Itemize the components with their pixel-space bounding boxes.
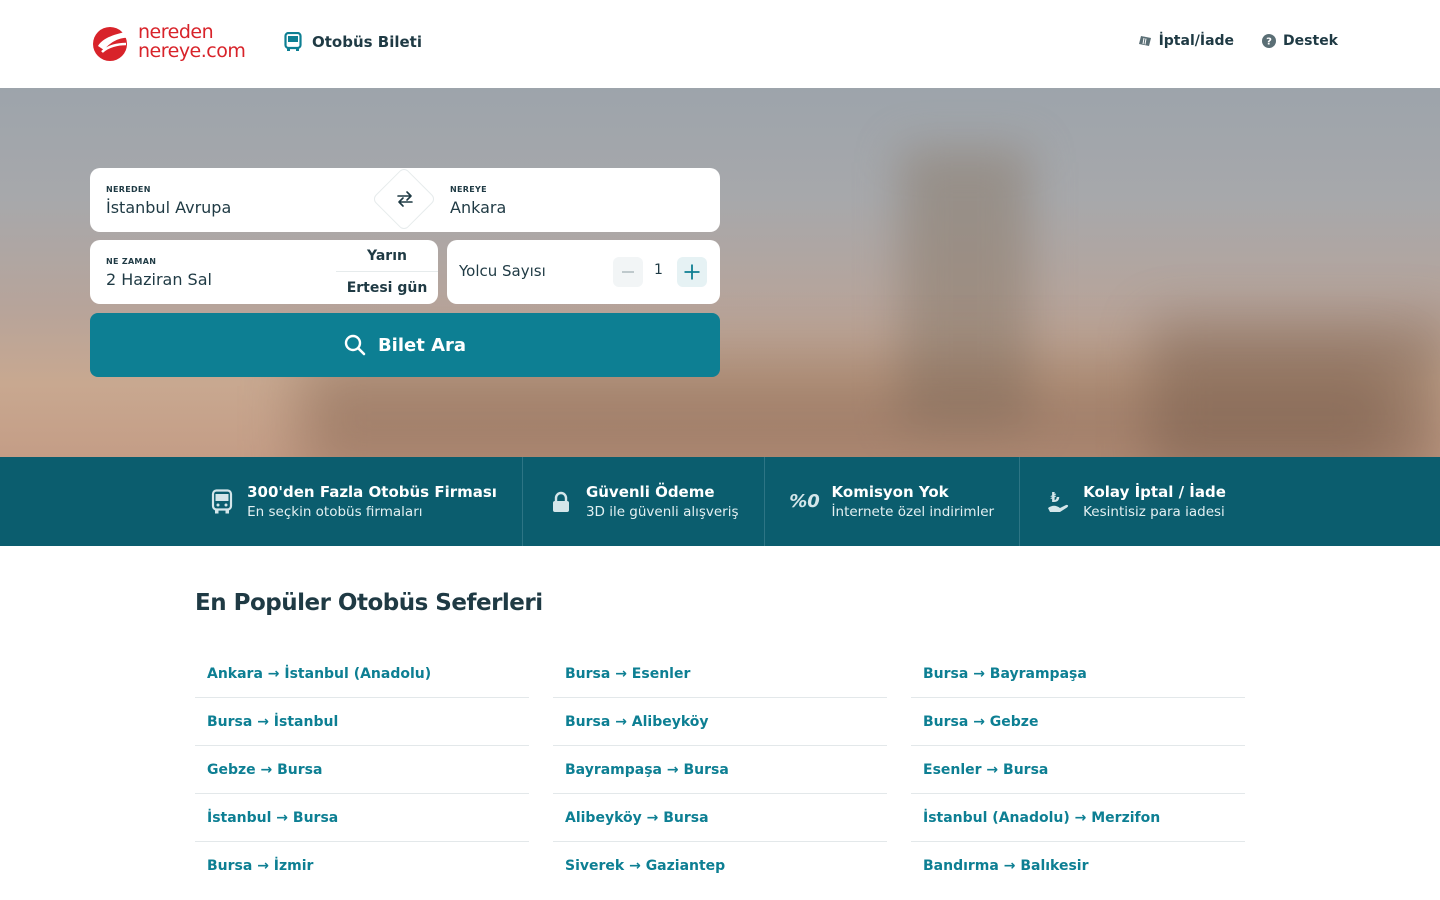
tomorrow-button[interactable]: Yarın bbox=[336, 240, 438, 272]
feature-subtitle: 3D ile güvenli alışveriş bbox=[585, 504, 739, 520]
feature-item: Güvenli Ödeme 3D ile güvenli alışveriş bbox=[523, 457, 765, 546]
route-link[interactable]: Bursa → İstanbul bbox=[195, 698, 529, 746]
to-label: NEREYE bbox=[450, 185, 487, 194]
nav-bus-ticket-label: Otobüs Bileti bbox=[312, 33, 422, 51]
route-link[interactable]: Ankara → İstanbul (Anadolu) bbox=[195, 650, 529, 698]
route-link[interactable]: Bursa → Gebze bbox=[911, 698, 1245, 746]
feature-item: ₺ Kolay İptal / İade Kesintisiz para iad… bbox=[1020, 457, 1251, 546]
bus-icon bbox=[209, 488, 235, 515]
route-link[interactable]: İstanbul (Anadolu) → Merzifon bbox=[911, 794, 1245, 842]
feature-subtitle: En seçkin otobüs firmaları bbox=[247, 504, 423, 520]
feature-title: Komisyon Yok bbox=[831, 483, 949, 501]
from-field[interactable]: NEREDEN İstanbul Avrupa bbox=[90, 168, 390, 232]
nav-bus-ticket[interactable]: Otobüs Bileti bbox=[284, 32, 422, 52]
date-field[interactable]: NE ZAMAN 2 Haziran Sal bbox=[90, 240, 330, 304]
refund-icon: ₺ bbox=[1045, 489, 1071, 515]
route-link[interactable]: Bursa → Bayrampaşa bbox=[911, 650, 1245, 698]
feature-subtitle: Kesintisiz para iadesi bbox=[1083, 504, 1225, 520]
features-band: 300'den Fazla Otobüs Firması En seçkin o… bbox=[0, 457, 1440, 546]
feature-title: Güvenli Ödeme bbox=[585, 483, 715, 501]
minus-icon bbox=[622, 271, 634, 273]
passenger-count: 1 bbox=[654, 262, 663, 278]
quick-date-options: Yarın Ertesi gün bbox=[336, 240, 438, 304]
route-link[interactable]: Alibeyköy → Bursa bbox=[553, 794, 887, 842]
route-link[interactable]: Esenler → Bursa bbox=[911, 746, 1245, 794]
passenger-label: Yolcu Sayısı bbox=[459, 262, 546, 280]
from-value: İstanbul Avrupa bbox=[106, 198, 232, 217]
passenger-card: Yolcu Sayısı 1 bbox=[447, 240, 720, 304]
route-link[interactable]: Bayrampaşa → Bursa bbox=[553, 746, 887, 794]
routes-column: Ankara → İstanbul (Anadolu) Bursa → İsta… bbox=[195, 650, 529, 890]
route-link[interactable]: Bursa → Alibeyköy bbox=[553, 698, 887, 746]
ticket-icon bbox=[1138, 36, 1151, 46]
nav-support[interactable]: ? Destek bbox=[1262, 33, 1338, 49]
feature-item: 300'den Fazla Otobüs Firması En seçkin o… bbox=[0, 457, 523, 546]
search-icon bbox=[344, 334, 366, 356]
search-button-label: Bilet Ara bbox=[377, 334, 467, 356]
hero-background-shape bbox=[1150, 318, 1440, 457]
to-value: Ankara bbox=[450, 198, 507, 217]
swap-icon bbox=[397, 191, 413, 207]
logo[interactable]: nereden nereye.com bbox=[88, 22, 246, 62]
route-link[interactable]: Siverek → Gaziantep bbox=[553, 842, 887, 890]
routes-column: Bursa → Esenler Bursa → Alibeyköy Bayram… bbox=[553, 650, 887, 890]
help-icon: ? bbox=[1262, 34, 1277, 48]
popular-routes-grid: Ankara → İstanbul (Anadolu) Bursa → İsta… bbox=[195, 650, 1245, 890]
header: nereden nereye.com Otobüs Bileti İptal/İ… bbox=[0, 0, 1440, 88]
route-link[interactable]: Gebze → Bursa bbox=[195, 746, 529, 794]
feature-item: %0 Komisyon Yok İnternete özel indirimle… bbox=[765, 457, 1021, 546]
date-label: NE ZAMAN bbox=[106, 257, 157, 266]
nav-cancel-refund[interactable]: İptal/İade bbox=[1138, 33, 1234, 49]
nav-support-label: Destek bbox=[1283, 33, 1338, 49]
logo-text-line2: nereye.com bbox=[138, 40, 246, 62]
feature-title: 300'den Fazla Otobüs Firması bbox=[247, 483, 497, 501]
svg-text:₺: ₺ bbox=[1051, 491, 1060, 506]
from-label: NEREDEN bbox=[106, 185, 151, 194]
decrease-passenger-button[interactable] bbox=[613, 257, 643, 287]
route-card: NEREDEN İstanbul Avrupa NEREYE Ankara bbox=[90, 166, 720, 232]
day-after-button[interactable]: Ertesi gün bbox=[336, 272, 438, 304]
to-field[interactable]: NEREYE Ankara bbox=[435, 168, 720, 232]
popular-routes-title: En Popüler Otobüs Seferleri bbox=[195, 590, 543, 616]
date-value: 2 Haziran Sal bbox=[106, 270, 212, 289]
route-link[interactable]: Bursa → Esenler bbox=[553, 650, 887, 698]
hero-banner: NEREDEN İstanbul Avrupa NEREYE Ankara NE… bbox=[0, 88, 1440, 457]
bus-icon bbox=[284, 32, 302, 51]
logo-icon bbox=[93, 27, 132, 61]
search-button[interactable]: Bilet Ara bbox=[90, 313, 720, 377]
route-link[interactable]: Bursa → İzmir bbox=[195, 842, 529, 890]
percent-zero-icon: %0 bbox=[789, 491, 820, 512]
route-link[interactable]: İstanbul → Bursa bbox=[195, 794, 529, 842]
route-link[interactable]: Bandırma → Balıkesir bbox=[911, 842, 1245, 890]
routes-column: Bursa → Bayrampaşa Bursa → Gebze Esenler… bbox=[911, 650, 1245, 890]
nav-cancel-refund-label: İptal/İade bbox=[1158, 33, 1235, 49]
feature-subtitle: İnternete özel indirimler bbox=[831, 504, 995, 520]
increase-passenger-button[interactable] bbox=[677, 257, 707, 287]
plus-icon bbox=[684, 264, 700, 280]
feature-title: Kolay İptal / İade bbox=[1083, 483, 1226, 501]
svg-text:?: ? bbox=[1266, 37, 1272, 48]
date-card: NE ZAMAN 2 Haziran Sal Yarın Ertesi gün bbox=[90, 240, 438, 304]
lock-icon bbox=[548, 489, 574, 515]
